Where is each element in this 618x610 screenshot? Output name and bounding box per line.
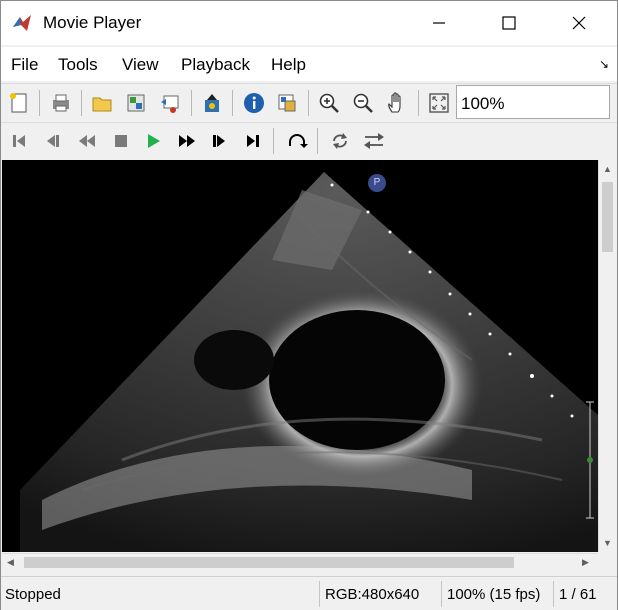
rewind-icon[interactable] — [75, 129, 99, 153]
minimize-button[interactable] — [409, 1, 469, 45]
matlab-app-icon — [11, 13, 33, 33]
scroll-down-icon[interactable]: ▼ — [603, 538, 612, 548]
horizontal-scrollbar[interactable]: ◀ ▶ — [2, 553, 598, 571]
probe-orientation-marker: P — [368, 174, 386, 192]
step-forward-icon[interactable] — [207, 129, 231, 153]
menu-help[interactable]: Help — [271, 55, 306, 75]
go-to-last-icon[interactable] — [241, 129, 265, 153]
step-back-icon[interactable] — [41, 129, 65, 153]
vertical-scrollbar[interactable]: ▲ ▼ — [598, 160, 616, 552]
movie-player-window: Movie Player File Tools View Playback He… — [0, 0, 618, 610]
play-icon[interactable] — [141, 129, 165, 153]
zoom-out-icon[interactable] — [351, 91, 375, 115]
window-title: Movie Player — [43, 13, 142, 32]
close-button[interactable] — [549, 1, 609, 45]
status-separator — [319, 581, 320, 607]
echocardiogram-frame — [20, 172, 598, 552]
status-separator — [553, 581, 554, 607]
jump-to-icon[interactable] — [285, 129, 309, 153]
zoom-level-input[interactable]: 100% — [456, 85, 610, 119]
dock-arrow-icon[interactable]: ↘ — [599, 57, 609, 71]
new-icon[interactable] — [7, 91, 31, 115]
print-icon[interactable] — [49, 91, 73, 115]
menu-file[interactable]: File — [11, 55, 38, 75]
video-display: P — [2, 160, 598, 552]
toolbar-separator — [39, 90, 40, 116]
menu-tools[interactable]: Tools — [58, 55, 98, 75]
title-bar[interactable]: Movie Player — [1, 1, 617, 45]
open-workspace-icon[interactable] — [158, 91, 182, 115]
scroll-up-icon[interactable]: ▲ — [603, 164, 612, 174]
maximize-button[interactable] — [479, 1, 539, 45]
forward-backward-icon[interactable] — [362, 129, 386, 153]
scroll-right-icon[interactable]: ▶ — [582, 557, 589, 568]
playback-toolbar — [1, 122, 617, 159]
pixel-region-icon[interactable] — [200, 91, 224, 115]
vertical-scroll-thumb[interactable] — [602, 182, 613, 252]
export-icon[interactable] — [124, 91, 148, 115]
fit-to-window-icon[interactable] — [427, 91, 451, 115]
stop-icon[interactable] — [109, 129, 133, 153]
toolbar-separator — [418, 90, 419, 116]
menu-playback[interactable]: Playback — [181, 55, 250, 75]
playback-status: Stopped — [5, 586, 61, 603]
video-format: RGB:480x640 — [325, 586, 420, 603]
zoom-level-value: 100% — [461, 94, 505, 113]
status-separator — [441, 581, 442, 607]
repeat-icon[interactable] — [328, 129, 352, 153]
go-to-first-icon[interactable] — [7, 129, 31, 153]
toolbar-separator — [191, 90, 192, 116]
status-bar: Stopped RGB:480x640 100% (15 fps) 1 / 61 — [1, 576, 617, 610]
probe-marker-label: P — [373, 177, 381, 188]
toolbar-separator — [81, 90, 82, 116]
toolbar-separator — [317, 128, 318, 154]
zoom-and-framerate: 100% (15 fps) — [447, 586, 541, 603]
zoom-in-icon[interactable] — [317, 91, 341, 115]
horizontal-scroll-thumb[interactable] — [24, 557, 514, 568]
scrollbar-corner — [598, 553, 615, 570]
menu-view[interactable]: View — [122, 55, 159, 75]
info-icon[interactable] — [242, 91, 266, 115]
colormap-icon[interactable] — [275, 91, 299, 115]
open-folder-icon[interactable] — [90, 91, 114, 115]
toolbar-separator — [308, 90, 309, 116]
fast-forward-icon[interactable] — [175, 129, 199, 153]
frame-counter: 1 / 61 — [559, 586, 597, 603]
menu-bar: File Tools View Playback Help ↘ — [1, 47, 617, 81]
toolbar-separator — [232, 90, 233, 116]
scroll-left-icon[interactable]: ◀ — [7, 557, 14, 568]
pan-hand-icon[interactable] — [385, 91, 409, 115]
toolbar-separator — [273, 128, 274, 154]
